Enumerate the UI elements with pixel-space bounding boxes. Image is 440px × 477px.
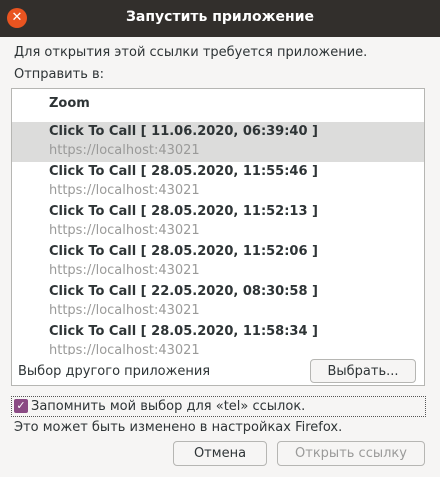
choose-button[interactable]: Выбрать... [310,359,416,383]
list-item-url: https://localhost:43021 [49,303,200,318]
cancel-button[interactable]: Отмена [173,441,267,466]
list-item-title: Click To Call [ 28.05.2020, 11:52:13 ] [49,204,318,219]
list-item[interactable]: Click To Call [ 28.05.2020, 11:52:13 ] h… [12,202,424,242]
list-item-url: https://localhost:43021 [49,263,200,278]
list-item-title: Click To Call [ 28.05.2020, 11:52:06 ] [49,244,318,259]
zoom-label: Zoom [49,96,90,111]
list-item-title: Click To Call [ 22.05.2020, 08:30:58 ] [49,284,318,299]
open-link-button[interactable]: Открыть ссылку [277,441,425,466]
remember-choice-row[interactable]: ✓ Запомнить мой выбор для «tel» ссылок. [11,396,426,417]
window-title: Запустить приложение [125,9,315,25]
list-item[interactable]: Click To Call [ 22.05.2020, 08:30:58 ] h… [12,282,424,322]
remember-checkbox-label[interactable]: Запомнить мой выбор для «tel» ссылок. [31,399,305,414]
list-item-title: Click To Call [ 11.06.2020, 06:39:40 ] [49,124,318,139]
list-item[interactable]: Click To Call [ 28.05.2020, 11:52:06 ] h… [12,242,424,282]
list-item[interactable]: Click To Call [ 11.06.2020, 06:39:40 ] h… [12,122,424,162]
list-item[interactable]: Click To Call [ 28.05.2020, 11:55:46 ] h… [12,162,424,202]
title-bar: ✕ Запустить приложение [0,0,440,37]
list-item-url: https://localhost:43021 [49,143,200,158]
list-item-title: Click To Call [ 28.05.2020, 11:58:34 ] [49,324,318,339]
settings-note: Это может быть изменено в настройках Fir… [14,420,343,435]
list-item-url: https://localhost:43021 [49,223,200,238]
other-application-label: Выбор другого приложения [18,364,211,379]
list-item-zoom[interactable]: Zoom [12,89,424,123]
remember-checkbox[interactable]: ✓ [14,399,28,413]
other-application-row: Выбор другого приложения Выбрать... [12,355,424,385]
dialog-description: Для открытия этой ссылки требуется прило… [14,45,368,60]
send-to-label: Отправить в: [14,67,105,82]
list-item-url: https://localhost:43021 [49,183,200,198]
application-list[interactable]: Zoom Click To Call [ 11.06.2020, 06:39:4… [11,88,425,386]
list-item-title: Click To Call [ 28.05.2020, 11:55:46 ] [49,164,318,179]
